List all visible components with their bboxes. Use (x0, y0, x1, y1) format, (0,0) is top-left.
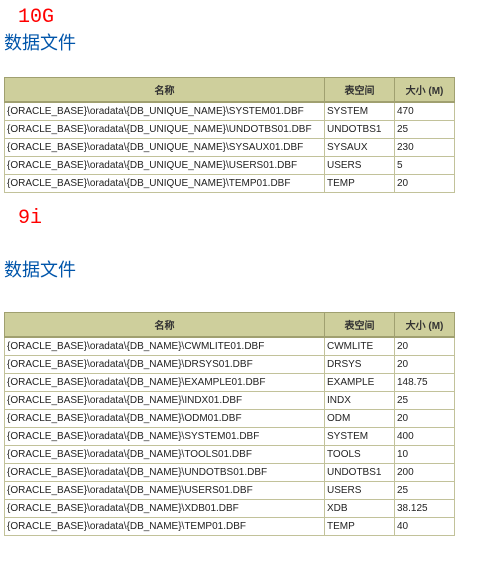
table-row: {ORACLE_BASE}\oradata\{DB_NAME}\CWMLITE0… (5, 337, 455, 356)
cell-size: 400 (395, 428, 455, 446)
cell-name: {ORACLE_BASE}\oradata\{DB_UNIQUE_NAME}\T… (5, 175, 325, 193)
cell-name: {ORACLE_BASE}\oradata\{DB_NAME}\CWMLITE0… (5, 337, 325, 356)
cell-size: 20 (395, 410, 455, 428)
cell-name: {ORACLE_BASE}\oradata\{DB_UNIQUE_NAME}\U… (5, 121, 325, 139)
cell-tablespace: ODM (325, 410, 395, 428)
datafiles-table-10g: 名称 表空间 大小 (M) {ORACLE_BASE}\oradata\{DB_… (4, 77, 455, 193)
table-row: {ORACLE_BASE}\oradata\{DB_NAME}\ODM01.DB… (5, 410, 455, 428)
cell-tablespace: TEMP (325, 175, 395, 193)
cell-name: {ORACLE_BASE}\oradata\{DB_NAME}\INDX01.D… (5, 392, 325, 410)
cell-size: 40 (395, 518, 455, 536)
version-label-10g: 10G (18, 6, 496, 29)
cell-tablespace: SYSTEM (325, 102, 395, 121)
table-row: {ORACLE_BASE}\oradata\{DB_UNIQUE_NAME}\U… (5, 157, 455, 175)
cell-name: {ORACLE_BASE}\oradata\{DB_UNIQUE_NAME}\S… (5, 102, 325, 121)
table-row: {ORACLE_BASE}\oradata\{DB_NAME}\USERS01.… (5, 482, 455, 500)
col-tablespace: 表空间 (325, 313, 395, 338)
cell-tablespace: UNDOTBS1 (325, 121, 395, 139)
cell-tablespace: XDB (325, 500, 395, 518)
datafiles-table-9i: 名称 表空间 大小 (M) {ORACLE_BASE}\oradata\{DB_… (4, 312, 455, 536)
cell-name: {ORACLE_BASE}\oradata\{DB_NAME}\TEMP01.D… (5, 518, 325, 536)
cell-tablespace: EXAMPLE (325, 374, 395, 392)
cell-tablespace: INDX (325, 392, 395, 410)
cell-size: 25 (395, 121, 455, 139)
cell-size: 5 (395, 157, 455, 175)
table-row: {ORACLE_BASE}\oradata\{DB_NAME}\UNDOTBS0… (5, 464, 455, 482)
table-header-row: 名称 表空间 大小 (M) (5, 313, 455, 338)
cell-name: {ORACLE_BASE}\oradata\{DB_NAME}\XDB01.DB… (5, 500, 325, 518)
cell-tablespace: SYSTEM (325, 428, 395, 446)
cell-size: 200 (395, 464, 455, 482)
cell-tablespace: CWMLITE (325, 337, 395, 356)
table-row: {ORACLE_BASE}\oradata\{DB_NAME}\SYSTEM01… (5, 428, 455, 446)
table-row: {ORACLE_BASE}\oradata\{DB_NAME}\INDX01.D… (5, 392, 455, 410)
col-name: 名称 (5, 313, 325, 338)
table-row: {ORACLE_BASE}\oradata\{DB_NAME}\TEMP01.D… (5, 518, 455, 536)
table-row: {ORACLE_BASE}\oradata\{DB_NAME}\TOOLS01.… (5, 446, 455, 464)
section-title-9i: 数据文件 (4, 256, 496, 282)
cell-name: {ORACLE_BASE}\oradata\{DB_NAME}\DRSYS01.… (5, 356, 325, 374)
cell-size: 25 (395, 392, 455, 410)
col-tablespace: 表空间 (325, 78, 395, 103)
cell-tablespace: TOOLS (325, 446, 395, 464)
cell-size: 10 (395, 446, 455, 464)
version-label-9i: 9i (18, 207, 496, 230)
table-header-row: 名称 表空间 大小 (M) (5, 78, 455, 103)
cell-tablespace: TEMP (325, 518, 395, 536)
cell-size: 20 (395, 175, 455, 193)
cell-tablespace: DRSYS (325, 356, 395, 374)
cell-name: {ORACLE_BASE}\oradata\{DB_UNIQUE_NAME}\S… (5, 139, 325, 157)
cell-size: 20 (395, 356, 455, 374)
cell-size: 470 (395, 102, 455, 121)
cell-name: {ORACLE_BASE}\oradata\{DB_NAME}\USERS01.… (5, 482, 325, 500)
table-row: {ORACLE_BASE}\oradata\{DB_UNIQUE_NAME}\S… (5, 102, 455, 121)
cell-name: {ORACLE_BASE}\oradata\{DB_NAME}\EXAMPLE0… (5, 374, 325, 392)
col-name: 名称 (5, 78, 325, 103)
cell-name: {ORACLE_BASE}\oradata\{DB_NAME}\UNDOTBS0… (5, 464, 325, 482)
cell-size: 148.75 (395, 374, 455, 392)
col-size: 大小 (M) (395, 313, 455, 338)
table-row: {ORACLE_BASE}\oradata\{DB_UNIQUE_NAME}\S… (5, 139, 455, 157)
cell-name: {ORACLE_BASE}\oradata\{DB_NAME}\TOOLS01.… (5, 446, 325, 464)
cell-tablespace: UNDOTBS1 (325, 464, 395, 482)
table-row: {ORACLE_BASE}\oradata\{DB_NAME}\EXAMPLE0… (5, 374, 455, 392)
table-row: {ORACLE_BASE}\oradata\{DB_NAME}\XDB01.DB… (5, 500, 455, 518)
cell-tablespace: USERS (325, 157, 395, 175)
cell-name: {ORACLE_BASE}\oradata\{DB_NAME}\ODM01.DB… (5, 410, 325, 428)
table-row: {ORACLE_BASE}\oradata\{DB_UNIQUE_NAME}\U… (5, 121, 455, 139)
table-row: {ORACLE_BASE}\oradata\{DB_NAME}\DRSYS01.… (5, 356, 455, 374)
cell-size: 230 (395, 139, 455, 157)
cell-size: 20 (395, 337, 455, 356)
cell-name: {ORACLE_BASE}\oradata\{DB_UNIQUE_NAME}\U… (5, 157, 325, 175)
cell-size: 38.125 (395, 500, 455, 518)
table-row: {ORACLE_BASE}\oradata\{DB_UNIQUE_NAME}\T… (5, 175, 455, 193)
cell-size: 25 (395, 482, 455, 500)
section-title-10g: 数据文件 (4, 29, 496, 55)
col-size: 大小 (M) (395, 78, 455, 103)
cell-name: {ORACLE_BASE}\oradata\{DB_NAME}\SYSTEM01… (5, 428, 325, 446)
cell-tablespace: USERS (325, 482, 395, 500)
cell-tablespace: SYSAUX (325, 139, 395, 157)
